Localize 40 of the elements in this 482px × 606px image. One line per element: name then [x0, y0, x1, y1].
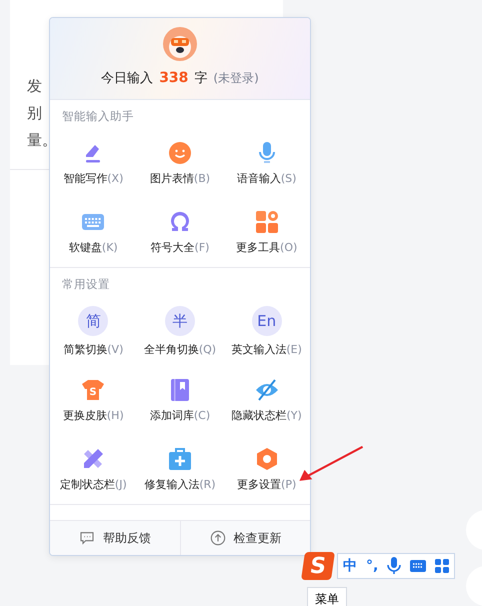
shirt-icon: S — [81, 378, 106, 402]
character-icon: 半 — [164, 306, 195, 336]
apps-icon — [254, 210, 279, 234]
menu-item[interactable]: 添加词库(C) — [136, 366, 224, 435]
menu-item[interactable]: 符号大全(F) — [136, 198, 224, 267]
menu-item[interactable]: 修复输入法(R) — [136, 435, 224, 504]
keyboard-icon[interactable] — [410, 559, 426, 573]
character-icon: En — [252, 306, 282, 336]
character-icon: 简 — [78, 306, 108, 336]
menu-item[interactable]: 隐藏状态栏(Y) — [223, 366, 310, 435]
menu-item[interactable]: 软键盘(K) — [50, 198, 137, 267]
menu-item[interactable]: 更多工具(O) — [223, 198, 310, 267]
footer-button[interactable]: 帮助反馈 — [50, 521, 180, 555]
apps-icon[interactable] — [435, 559, 450, 573]
article-text: 别 — [27, 103, 42, 124]
ruler-pencil-icon — [81, 447, 106, 471]
smile-icon — [168, 141, 192, 165]
section-title: 常用设置 — [61, 277, 111, 293]
menu-item[interactable]: 半 全半角切换(Q) — [136, 297, 224, 366]
upload-icon — [210, 530, 226, 546]
settings-icon — [254, 447, 279, 471]
eye-slash-icon — [254, 378, 279, 402]
menu-item[interactable]: 定制状态栏(J) — [50, 435, 137, 504]
toolbox-icon — [168, 447, 192, 471]
menu-item[interactable]: 图片表情(B) — [136, 129, 224, 198]
microphone-icon[interactable] — [387, 557, 402, 575]
article-text: 发 — [27, 76, 42, 97]
tooltip: 菜单 — [307, 587, 347, 606]
menu-item[interactable]: 简 简繁切换(V) — [50, 297, 137, 366]
input-count-text: 今日输入 338 字 (未登录) — [101, 69, 259, 87]
toolbar-button[interactable]: 中 — [343, 557, 357, 575]
toolbar-button[interactable]: °, — [366, 558, 378, 574]
menu-item[interactable]: S 更换皮肤(H) — [50, 366, 137, 435]
sogou-logo[interactable]: S — [301, 552, 335, 580]
section-title: 智能输入助手 — [61, 109, 135, 125]
annotation-arrow — [299, 446, 364, 481]
menu-item[interactable]: 语音输入(S) — [223, 129, 310, 198]
chat-icon — [79, 530, 95, 546]
menu-item[interactable]: En 英文输入法(E) — [223, 297, 310, 366]
mascot-icon — [162, 26, 198, 62]
